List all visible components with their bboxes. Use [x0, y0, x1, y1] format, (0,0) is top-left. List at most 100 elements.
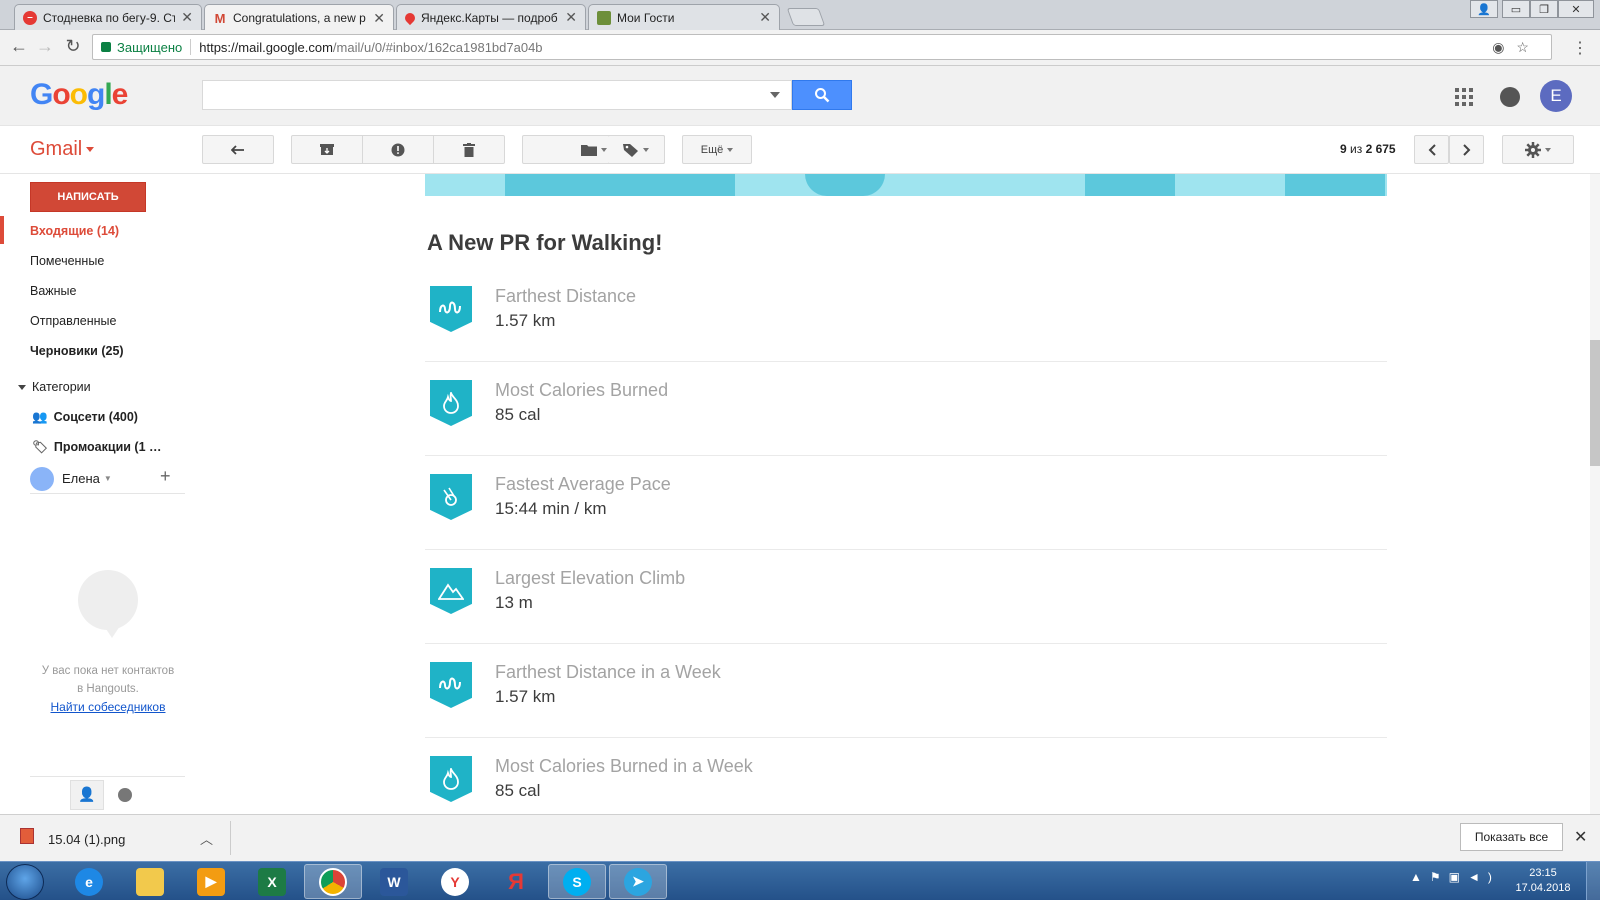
scrollbar-thumb[interactable] [1590, 340, 1600, 466]
route-icon [430, 286, 472, 332]
tag-icon: 🏷 [32, 440, 48, 454]
taskbar-telegram[interactable]: ➤ [609, 864, 667, 899]
media-player-icon: ▶ [197, 867, 225, 896]
bookmark-star-icon[interactable]: ◉☆ [1492, 39, 1541, 56]
delete-button[interactable] [433, 135, 505, 164]
browser-tab-2[interactable]: M Congratulations, a new p ✕ [204, 4, 394, 31]
contacts-tab[interactable]: 👤 [70, 779, 104, 810]
label-icon [623, 143, 638, 157]
active-indicator [0, 216, 4, 244]
more-button[interactable]: Ещё [682, 135, 752, 164]
pr-record: Most Calories Burned 85 cal [425, 362, 1387, 456]
pr-label: Fastest Average Pace [495, 474, 671, 494]
browser-tab-1[interactable]: – Стодневка по бегу-9. Ст ✕ [14, 4, 202, 30]
show-all-downloads-button[interactable]: Показать все [1460, 823, 1563, 851]
message-toolbar: Gmail Ещё 9 из 2 675 [0, 126, 1600, 174]
find-contacts-link[interactable]: Найти собеседников [28, 700, 188, 714]
minimize-button[interactable]: ▭ [1502, 0, 1530, 18]
new-tab-button[interactable] [786, 8, 826, 26]
reload-button[interactable]: ↻ [62, 36, 84, 57]
gmail-switcher[interactable]: Gmail [30, 138, 95, 161]
chevron-up-icon[interactable]: ︿ [200, 829, 213, 848]
compose-button[interactable]: НАПИСАТЬ [30, 182, 146, 212]
sidebar-item-categories[interactable]: Категории [18, 380, 91, 394]
arrow-left-icon [231, 144, 244, 155]
restore-button[interactable]: ❐ [1530, 0, 1558, 18]
back-button[interactable]: ← [8, 36, 30, 57]
tab-close-icon[interactable]: ✕ [759, 9, 771, 26]
download-item[interactable]: 15.04 (1).png [48, 832, 125, 847]
scrollbar-track[interactable] [1590, 174, 1600, 814]
chrome-icon [319, 867, 347, 896]
forward-button[interactable]: → [34, 36, 56, 57]
taskbar-yandex[interactable]: Я [487, 864, 545, 899]
hangouts-tab[interactable] [108, 780, 142, 810]
email-banner-image [425, 174, 1387, 196]
search-input[interactable] [202, 80, 792, 110]
excel-icon: X [258, 867, 286, 896]
taskbar-word[interactable]: W [365, 864, 423, 899]
show-desktop-button[interactable] [1586, 862, 1600, 900]
older-button[interactable] [1449, 135, 1484, 164]
account-avatar[interactable]: E [1540, 80, 1572, 112]
search-button[interactable] [792, 80, 852, 110]
sidebar-item-promotions[interactable]: 🏷 Промоакции (1 … [32, 440, 162, 455]
close-window-button[interactable]: ✕ [1558, 0, 1594, 18]
folder-icon [136, 867, 164, 896]
sidebar-item-inbox[interactable]: Входящие (14) [30, 224, 119, 238]
notifications-icon[interactable] [1500, 87, 1520, 107]
taskbar-yandex-browser[interactable]: Y [426, 864, 484, 899]
telegram-icon: ➤ [624, 867, 652, 896]
apps-grid-icon[interactable] [1455, 88, 1473, 106]
labels-button[interactable] [608, 135, 665, 164]
clock[interactable]: 23:15 17.04.2018 [1508, 866, 1578, 896]
site-favicon [597, 10, 611, 25]
report-spam-button[interactable] [362, 135, 434, 164]
google-logo[interactable]: Google [30, 78, 128, 112]
spam-icon [391, 143, 405, 156]
browser-menu-icon[interactable]: ⋮ [1572, 38, 1588, 58]
hangouts-user[interactable]: Елена ▼ + [30, 464, 185, 494]
pr-label: Farthest Distance in a Week [495, 662, 721, 682]
chevron-down-icon [1545, 147, 1551, 152]
route-icon [430, 662, 472, 708]
archive-button[interactable] [291, 135, 363, 164]
sidebar-item-social[interactable]: 👥 Соцсети (400) [32, 410, 138, 425]
taskbar-chrome[interactable] [304, 864, 362, 899]
tab-close-icon[interactable]: ✕ [181, 9, 193, 26]
close-icon[interactable]: ✕ [1574, 827, 1587, 847]
tab-close-icon[interactable]: ✕ [373, 10, 385, 27]
browser-tab-3[interactable]: Яндекс.Карты — подроб ✕ [396, 4, 586, 30]
sidebar-item-important[interactable]: Важные [30, 284, 77, 298]
search-options-icon[interactable] [770, 92, 780, 98]
taskbar-ie[interactable]: e [60, 864, 118, 899]
start-button[interactable] [6, 864, 44, 900]
taskbar-media[interactable]: ▶ [182, 864, 240, 899]
profile-icon[interactable]: 👤 [1470, 0, 1498, 18]
secure-label: Защищено [117, 39, 183, 55]
message-pager: 9 из 2 675 [1340, 142, 1396, 156]
back-to-inbox-button[interactable] [202, 135, 274, 164]
add-contact-icon[interactable]: + [160, 466, 171, 487]
red-stop-icon: – [23, 10, 37, 25]
url-host: https://mail.google.com [199, 39, 333, 55]
sidebar-item-starred[interactable]: Помеченные [30, 254, 104, 268]
gmail-icon: M [214, 10, 226, 26]
taskbar-explorer[interactable] [121, 864, 179, 899]
browser-tab-4[interactable]: Мои Гости ✕ [588, 4, 780, 30]
hangouts-bubble-icon [78, 570, 138, 638]
browser-tab-strip: – Стодневка по бегу-9. Ст ✕ M Congratula… [0, 0, 1600, 31]
pr-record: Farthest Distance 1.57 km [425, 268, 1387, 362]
sidebar-item-sent[interactable]: Отправленные [30, 314, 116, 328]
chevron-down-icon [727, 147, 734, 152]
system-tray[interactable]: ▲⚑▣◄) [1410, 870, 1500, 884]
url-input[interactable]: Защищено https://mail.google.com/mail/u/… [92, 34, 1552, 60]
settings-button[interactable] [1502, 135, 1574, 164]
word-icon: W [380, 867, 408, 896]
sidebar-item-drafts[interactable]: Черновики (25) [30, 344, 124, 358]
chevron-right-icon [1462, 143, 1470, 156]
newer-button[interactable] [1414, 135, 1449, 164]
taskbar-excel[interactable]: X [243, 864, 301, 899]
taskbar-skype[interactable]: S [548, 864, 606, 899]
tab-close-icon[interactable]: ✕ [565, 9, 577, 26]
